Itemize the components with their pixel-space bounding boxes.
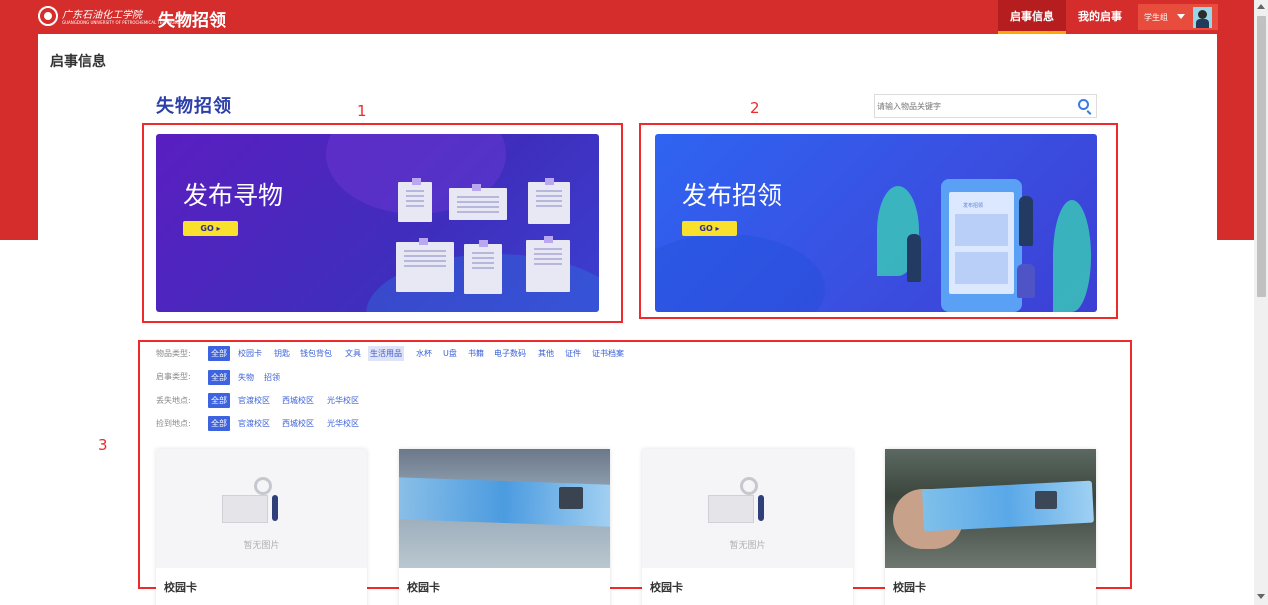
app-title: 失物招领: [158, 11, 226, 31]
item-card[interactable]: 校园卡: [399, 449, 610, 605]
filter-found-place-option[interactable]: 西城校区: [282, 416, 314, 431]
page-title: 启事信息: [50, 54, 106, 70]
filter-item-type-option[interactable]: 水杯: [416, 346, 432, 361]
filter-item-type-option[interactable]: 校园卡: [238, 346, 262, 361]
id-card-image: [922, 480, 1094, 532]
filter-label-item-type: 物品类型:: [156, 349, 191, 358]
item-card[interactable]: 校园卡: [885, 449, 1096, 605]
filter-lost-place-all[interactable]: 全部: [208, 393, 230, 408]
id-photo: [559, 487, 583, 509]
scrollbar-thumb[interactable]: [1257, 16, 1266, 297]
annotation-box-1: [142, 123, 623, 323]
section-logo-title: 失物招领: [156, 96, 232, 117]
filter-item-type-option[interactable]: 生活用品: [368, 346, 404, 361]
annotation-label-2: 2: [750, 99, 760, 117]
no-image-placeholder: 暂无图片: [156, 449, 367, 568]
item-card[interactable]: 暂无图片 校园卡: [156, 449, 367, 605]
filter-notice-type-all[interactable]: 全部: [208, 370, 230, 385]
empty-box-icon: [222, 477, 278, 523]
no-image-text: 暂无图片: [243, 541, 280, 551]
nav-tab-notices[interactable]: 启事信息: [998, 0, 1066, 34]
annotation-label-1: 1: [357, 102, 367, 120]
avatar[interactable]: [1193, 7, 1212, 28]
card-title: 校园卡: [407, 581, 440, 594]
filter-item-type-option[interactable]: 电子数码: [494, 346, 526, 361]
filter-item-type-option[interactable]: 其他: [538, 346, 554, 361]
filter-item-type-option[interactable]: 钥匙: [274, 346, 290, 361]
scroll-up-icon[interactable]: [1257, 4, 1265, 9]
filter-label-found-place: 捡到地点:: [156, 419, 191, 428]
id-photo: [1035, 491, 1057, 509]
filter-label-lost-place: 丢失地点:: [156, 396, 191, 405]
chevron-down-icon[interactable]: [1177, 14, 1185, 19]
card-title: 校园卡: [893, 581, 926, 594]
filter-item-type-option[interactable]: 书籍: [468, 346, 484, 361]
annotation-label-3: 3: [98, 436, 108, 454]
card-photo: [885, 449, 1096, 568]
filter-label-notice-type: 启事类型:: [156, 372, 191, 381]
annotation-box-2: [639, 123, 1118, 319]
page-root: 广东石油化工学院 GUANGDONG UNIVERSITY OF PETROCH…: [0, 0, 1268, 605]
filter-found-place-all[interactable]: 全部: [208, 416, 230, 431]
filter-notice-type-option[interactable]: 招领: [264, 370, 280, 385]
filter-found-place-option[interactable]: 官渡校区: [238, 416, 270, 431]
filter-item-type-option[interactable]: U盘: [443, 346, 457, 361]
no-image-placeholder: 暂无图片: [642, 449, 853, 568]
filter-item-type-all[interactable]: 全部: [208, 346, 230, 361]
university-logo-icon: [38, 6, 58, 26]
search-icon[interactable]: [1078, 99, 1089, 110]
filter-found-place-option[interactable]: 光华校区: [327, 416, 359, 431]
card-title: 校园卡: [650, 581, 683, 594]
university-name: 广东石油化工学院: [62, 10, 142, 21]
filter-lost-place-option[interactable]: 光华校区: [327, 393, 359, 408]
filter-item-type-option[interactable]: 钱包背包: [300, 346, 332, 361]
card-title: 校园卡: [164, 581, 197, 594]
nav-tab-my-notices[interactable]: 我的启事: [1070, 0, 1130, 34]
filter-notice-type-option[interactable]: 失物: [238, 370, 254, 385]
card-photo: [399, 449, 610, 568]
filter-item-type-option[interactable]: 证件: [565, 346, 581, 361]
search-box[interactable]: [874, 94, 1097, 118]
filter-lost-place-option[interactable]: 官渡校区: [238, 393, 270, 408]
filter-lost-place-option[interactable]: 西城校区: [282, 393, 314, 408]
scroll-down-icon[interactable]: [1257, 594, 1265, 599]
nav-active-underline: [998, 31, 1066, 34]
filter-item-type-option[interactable]: 文具: [345, 346, 361, 361]
empty-box-icon: [708, 477, 764, 523]
item-card[interactable]: 暂无图片 校园卡: [642, 449, 853, 605]
filter-item-type-option[interactable]: 证书档案: [592, 346, 624, 361]
search-input[interactable]: [877, 97, 1067, 115]
user-name[interactable]: 学生组: [1144, 12, 1168, 23]
no-image-text: 暂无图片: [729, 541, 766, 551]
